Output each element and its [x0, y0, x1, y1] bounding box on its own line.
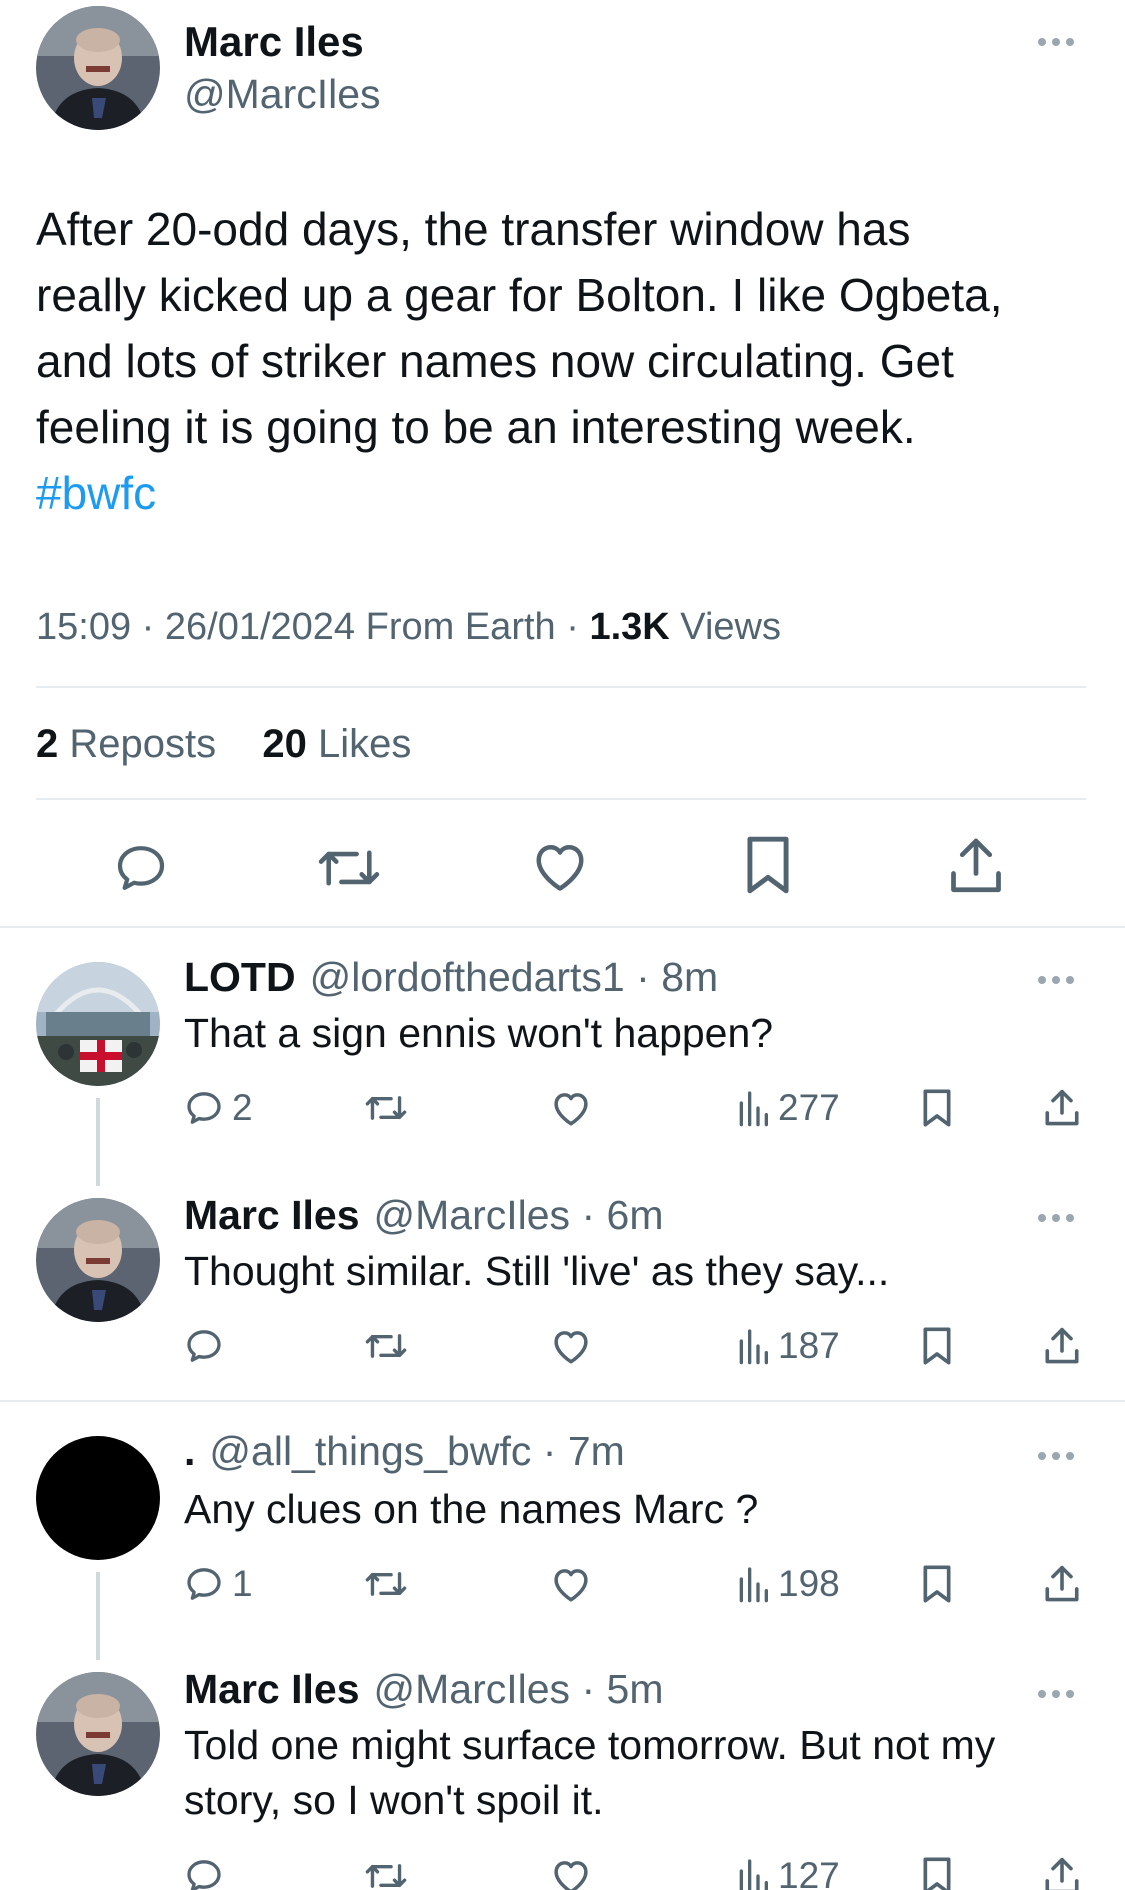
reply-button[interactable]: 1 [184, 1564, 253, 1604]
likes-count[interactable]: 20 [262, 722, 307, 766]
tweet-text-line: After 20-odd days, the transfer window h… [36, 203, 911, 255]
reply-author-handle[interactable]: @lordofthedarts1 [310, 954, 625, 1000]
reply-author-handle[interactable]: @MarcIles [374, 1666, 571, 1712]
views-button[interactable]: 127 [736, 1856, 840, 1890]
bookmark-button[interactable] [922, 1856, 952, 1890]
reply-header: Marc Iles @MarcIles · 5m [184, 1666, 664, 1712]
avatar[interactable] [36, 1436, 160, 1560]
more-options-icon[interactable] [1038, 970, 1074, 990]
reply-text: That a sign ennis won't happen? [184, 1006, 773, 1061]
bookmark-button[interactable] [922, 1326, 952, 1366]
more-options-icon[interactable] [1038, 1208, 1074, 1228]
reply-text-line: Told one might surface tomorrow. But not… [184, 1722, 996, 1768]
like-button[interactable] [550, 1326, 592, 1366]
divider [36, 686, 1086, 688]
divider [36, 798, 1086, 800]
reply-author-name[interactable]: . [184, 1428, 195, 1474]
reposts-count[interactable]: 2 [36, 722, 58, 766]
reply-author-name[interactable]: LOTD [184, 954, 296, 1000]
hashtag-link[interactable]: #bwfc [36, 460, 1096, 526]
reply-author-handle[interactable]: @all_things_bwfc [209, 1428, 531, 1474]
repost-button[interactable] [364, 1856, 408, 1890]
reply-time[interactable]: 5m [607, 1666, 664, 1712]
tweet-date[interactable]: 26/01/2024 [165, 606, 355, 648]
divider [0, 926, 1125, 928]
reply-time[interactable]: 7m [568, 1428, 625, 1474]
views-count: 187 [778, 1325, 840, 1366]
views-button[interactable]: 198 [736, 1564, 840, 1604]
reply-text: Thought similar. Still 'live' as they sa… [184, 1244, 889, 1299]
more-options-icon[interactable] [1038, 1684, 1074, 1704]
reply-header: . @all_things_bwfc · 7m [184, 1428, 625, 1474]
thread-connector [96, 1098, 100, 1186]
share-button[interactable] [1044, 1564, 1080, 1604]
like-icon[interactable] [530, 838, 590, 894]
reply-author-name[interactable]: Marc Iles [184, 1666, 360, 1712]
reply-icon[interactable] [112, 840, 170, 896]
more-options-icon[interactable] [1038, 32, 1074, 52]
views-count: 127 [778, 1855, 840, 1890]
avatar[interactable] [36, 1672, 160, 1796]
tweet-text-line: really kicked up a gear for Bolton. I li… [36, 269, 1003, 321]
views-count[interactable]: 1.3K [589, 606, 669, 648]
reply-count: 2 [232, 1087, 253, 1128]
reposts-label[interactable]: Reposts [69, 722, 216, 766]
avatar[interactable] [36, 1198, 160, 1322]
avatar[interactable] [36, 962, 160, 1086]
reply-button[interactable] [184, 1326, 232, 1366]
reply-text: Any clues on the names Marc ? [184, 1482, 758, 1537]
views-count: 277 [778, 1087, 840, 1128]
tweet-meta: 15:09 · 26/01/2024 From Earth · 1.3K Vie… [36, 606, 781, 648]
views-button[interactable]: 277 [736, 1088, 840, 1128]
share-button[interactable] [1044, 1856, 1080, 1890]
engagement-counts: 2 Reposts 20 Likes [36, 718, 411, 770]
reply-text-line: Thought similar. Still 'live' as they sa… [184, 1248, 890, 1294]
reply-text-line: story, so I won't spoil it. [184, 1777, 604, 1823]
more-options-icon[interactable] [1038, 1446, 1074, 1466]
avatar[interactable] [36, 6, 160, 130]
reply-time[interactable]: 6m [607, 1192, 664, 1238]
tweet-text: After 20-odd days, the transfer window h… [36, 196, 1096, 526]
reply-text-line: Any clues on the names Marc ? [184, 1486, 759, 1532]
views-count: 198 [778, 1563, 840, 1604]
likes-label[interactable]: Likes [318, 722, 411, 766]
repost-button[interactable] [364, 1088, 408, 1128]
reply-count: 1 [232, 1563, 253, 1604]
like-button[interactable] [550, 1564, 592, 1604]
views-button[interactable]: 187 [736, 1326, 840, 1366]
share-button[interactable] [1044, 1326, 1080, 1366]
views-label[interactable]: Views [680, 606, 781, 648]
reply-header: Marc Iles @MarcIles · 6m [184, 1192, 664, 1238]
tweet-text-line: feeling it is going to be an interesting… [36, 401, 916, 453]
tweet-time[interactable]: 15:09 [36, 606, 131, 648]
tweet-source: From Earth [365, 606, 556, 648]
author-handle[interactable]: @MarcIles [184, 68, 381, 120]
bookmark-button[interactable] [922, 1088, 952, 1128]
repost-button[interactable] [364, 1564, 408, 1604]
author-name[interactable]: Marc Iles [184, 16, 364, 68]
repost-icon[interactable] [316, 840, 382, 896]
tweet-text-line: and lots of striker names now circulatin… [36, 335, 954, 387]
like-button[interactable] [550, 1856, 592, 1890]
reply-button[interactable] [184, 1856, 232, 1890]
reply-header: LOTD @lordofthedarts1 · 8m [184, 954, 719, 1000]
reply-author-name[interactable]: Marc Iles [184, 1192, 360, 1238]
bookmark-icon[interactable] [744, 834, 792, 896]
like-button[interactable] [550, 1088, 592, 1128]
repost-button[interactable] [364, 1326, 408, 1366]
reply-text-line: That a sign ennis won't happen? [184, 1010, 774, 1056]
share-icon[interactable] [948, 836, 1004, 896]
share-button[interactable] [1044, 1088, 1080, 1128]
reply-button[interactable]: 2 [184, 1088, 253, 1128]
reply-time[interactable]: 8m [661, 954, 718, 1000]
divider [0, 1400, 1125, 1402]
reply-author-handle[interactable]: @MarcIles [374, 1192, 571, 1238]
bookmark-button[interactable] [922, 1564, 952, 1604]
reply-text: Told one might surface tomorrow. But not… [184, 1718, 995, 1828]
thread-connector [96, 1572, 100, 1660]
